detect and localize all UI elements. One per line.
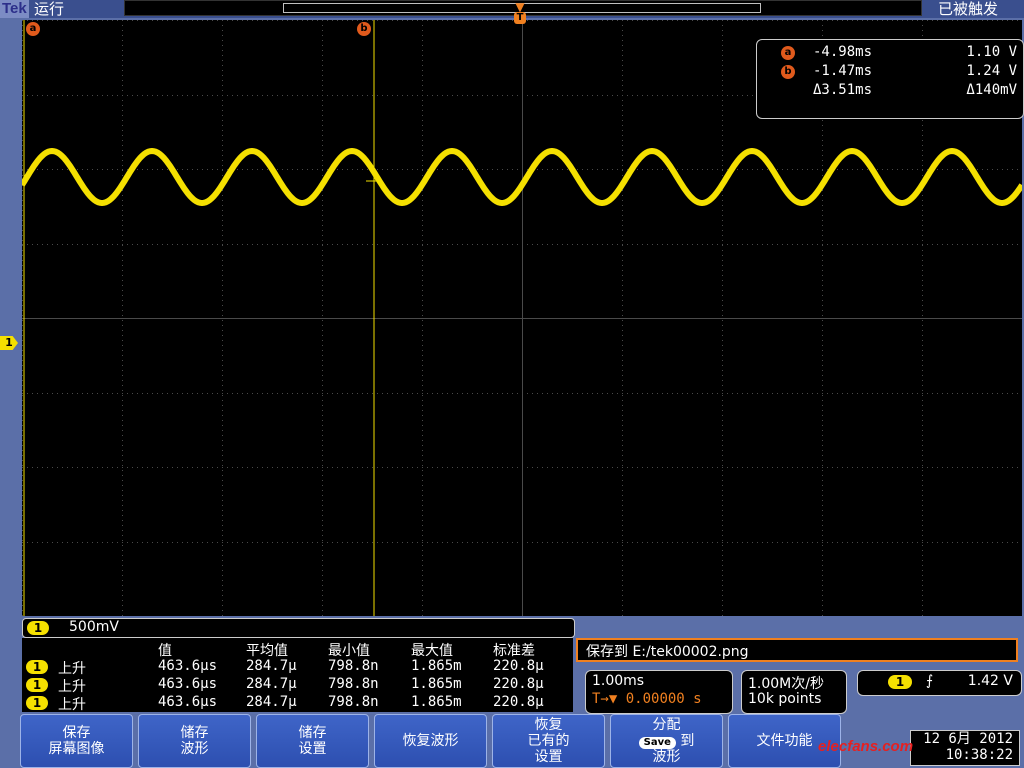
- channel-1-ground-marker[interactable]: 1: [0, 336, 18, 350]
- softkey-line: Save 到: [611, 733, 722, 749]
- cursor-b-time: -1.47ms: [813, 63, 873, 79]
- cursor-a-time: -4.98ms: [813, 44, 873, 60]
- cursor-a-voltage: 1.10 V: [966, 44, 1017, 60]
- cursor-readout-a: a -4.98ms 1.10 V: [757, 44, 1023, 62]
- run-state-label: 运行: [34, 0, 65, 18]
- softkey-line: 储存: [298, 725, 327, 741]
- save-status-message: 保存到 E:/tek00002.png: [576, 638, 1018, 662]
- measurement-max: 1.865m: [411, 676, 462, 692]
- cursor-delta-voltage: Δ140mV: [966, 82, 1017, 98]
- rising-edge-icon: ⨍: [926, 673, 934, 689]
- measurement-min: 798.8n: [328, 676, 379, 692]
- brand-logo: Tek: [0, 0, 29, 18]
- measurement-channel-badge: 1: [26, 660, 48, 674]
- measurement-type: 上升: [58, 661, 86, 677]
- watermark-logo: elecfans.com: [818, 738, 914, 755]
- softkey-line: 恢复: [534, 717, 563, 733]
- measurement-mean: 284.7µ: [246, 676, 297, 692]
- save-chip-icon: Save: [638, 737, 676, 749]
- softkey-line: 已有的: [527, 733, 570, 749]
- cursor-b-voltage: 1.24 V: [966, 63, 1017, 79]
- horizontal-position-row: T→▼ 0.00000 s: [592, 691, 702, 707]
- measurement-header-row: 值 平均值 最小值 最大值 标准差: [22, 640, 573, 659]
- assign-save-button[interactable]: 分配 Save 到 波形: [610, 714, 723, 768]
- measurement-channel-badge: 1: [26, 696, 48, 710]
- recall-waveform-button[interactable]: 恢复波形: [374, 714, 487, 768]
- cursor-readout-b: b -1.47ms 1.24 V: [757, 63, 1023, 81]
- measurement-max: 1.865m: [411, 658, 462, 674]
- measurement-value: 463.6µs: [158, 694, 218, 710]
- measurement-type: 上升: [58, 697, 86, 713]
- measurement-type: 上升: [58, 679, 86, 695]
- measurement-channel-badge: 1: [26, 678, 48, 692]
- cursor-b-label[interactable]: b: [357, 22, 371, 36]
- measurement-min: 798.8n: [328, 694, 379, 710]
- trigger-level: 1.42 V: [967, 673, 1013, 689]
- header-value: 值: [158, 643, 172, 659]
- trigger-source-badge: 1: [888, 675, 912, 689]
- header-std: 标准差: [493, 643, 535, 659]
- measurement-row: 1 上升 463.6µs 284.7µ 798.8n 1.865m 220.8µ: [22, 694, 573, 713]
- measurement-value: 463.6µs: [158, 658, 218, 674]
- header-max: 最大值: [411, 643, 453, 659]
- save-screen-image-button[interactable]: 保存 屏幕图像: [20, 714, 133, 768]
- channel-1-badge: 1: [27, 621, 49, 635]
- date-label: 12 6月 2012: [923, 731, 1013, 747]
- measurement-mean: 284.7µ: [246, 658, 297, 674]
- cursor-b-badge: b: [781, 65, 795, 79]
- sample-rate: 1.00M次/秒: [748, 676, 824, 692]
- softkey-line: 波形: [652, 749, 681, 765]
- measurement-std: 220.8µ: [493, 676, 544, 692]
- recall-setup-button[interactable]: 恢复 已有的 设置: [492, 714, 605, 768]
- measurement-row: 1 上升 463.6µs 284.7µ 798.8n 1.865m 220.8µ: [22, 658, 573, 677]
- header-mean: 平均值: [246, 643, 288, 659]
- trigger-position-icon: T→▼: [592, 691, 618, 707]
- time-label: 10:38:22: [945, 747, 1013, 763]
- softkey-line: 保存: [62, 725, 91, 741]
- trigger-panel[interactable]: 1 ⨍ 1.42 V: [857, 670, 1022, 696]
- softkey-line: 波形: [180, 741, 209, 757]
- horizontal-scale: 1.00ms: [592, 673, 645, 689]
- channel-1-scale: 500mV: [69, 619, 119, 635]
- measurement-mean: 284.7µ: [246, 694, 297, 710]
- measurement-std: 220.8µ: [493, 658, 544, 674]
- trigger-arrow-icon: ▼: [515, 0, 525, 14]
- date-time-display: 12 6月 2012 10:38:22: [910, 730, 1020, 766]
- softkey-line: 屏幕图像: [48, 741, 105, 757]
- cursor-a-label[interactable]: a: [26, 22, 40, 36]
- trigger-state-label: 已被触发: [937, 0, 998, 18]
- measurement-std: 220.8µ: [493, 694, 544, 710]
- cursor-delta-time: Δ3.51ms: [813, 82, 873, 98]
- measurement-min: 798.8n: [328, 658, 379, 674]
- trigger-position-marker[interactable]: ▼ T: [512, 0, 528, 24]
- cursor-readout-delta: Δ3.51ms Δ140mV: [757, 82, 1023, 100]
- softkey-line: 恢复波形: [402, 733, 459, 749]
- measurement-value: 463.6µs: [158, 676, 218, 692]
- save-waveform-button[interactable]: 储存 波形: [138, 714, 251, 768]
- softkey-line: 分配: [652, 717, 681, 733]
- cursor-readout-panel: a -4.98ms 1.10 V b -1.47ms 1.24 V Δ3.51m…: [756, 39, 1024, 119]
- header-min: 最小值: [328, 643, 370, 659]
- measurement-row: 1 上升 463.6µs 284.7µ 798.8n 1.865m 220.8µ: [22, 676, 573, 695]
- record-length: 10k points: [748, 691, 822, 707]
- softkey-line: 储存: [180, 725, 209, 741]
- horizontal-position: 0.00000 s: [625, 691, 702, 707]
- cursor-a-badge: a: [781, 46, 795, 60]
- save-setup-button[interactable]: 储存 设置: [256, 714, 369, 768]
- softkey-line: 设置: [534, 749, 563, 765]
- softkey-line: 设置: [298, 741, 327, 757]
- softkey-line-text: 到: [680, 733, 695, 749]
- acquisition-panel[interactable]: 1.00M次/秒 10k points: [741, 670, 847, 714]
- horizontal-panel[interactable]: 1.00ms T→▼ 0.00000 s: [585, 670, 733, 714]
- waveform-graticule[interactable]: a b a -4.98ms 1.10 V b -1.47ms 1.24 V Δ3…: [22, 20, 1024, 616]
- channel-1-scale-readout[interactable]: 1 500mV: [22, 618, 575, 638]
- measurement-table: 值 平均值 最小值 最大值 标准差 1 上升 463.6µs 284.7µ 79…: [22, 638, 573, 713]
- measurement-max: 1.865m: [411, 694, 462, 710]
